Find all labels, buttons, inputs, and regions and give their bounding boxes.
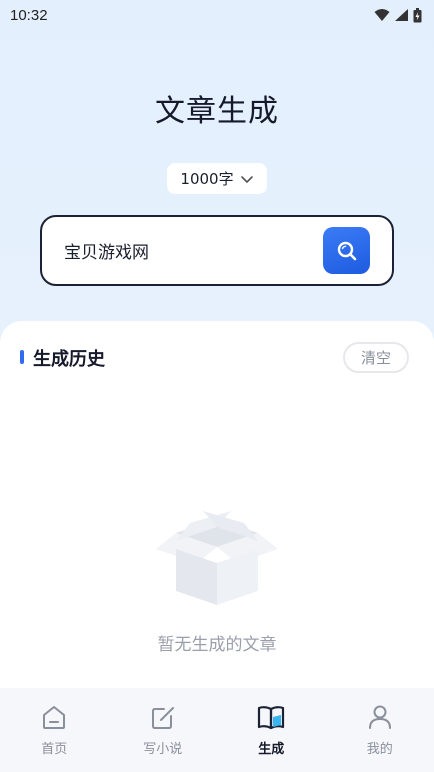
- edit-icon: [151, 707, 174, 729]
- status-bar: 10:32: [0, 0, 434, 30]
- status-time: 10:32: [10, 6, 48, 24]
- tab-generate-label: 生成: [258, 742, 285, 757]
- user-icon: [368, 705, 391, 729]
- wifi-icon: [374, 9, 390, 21]
- book-icon: [258, 706, 285, 730]
- word-count-value: 1000字: [180, 170, 234, 188]
- history-card: 生成历史 清空 暂无生成的文章: [0, 321, 434, 691]
- empty-box-icon: [156, 511, 278, 605]
- bottom-tab-bar: 首页 写小说 生成 我的: [0, 688, 434, 772]
- tab-write-novel[interactable]: 写小说: [109, 688, 218, 772]
- page-title: 文章生成: [155, 94, 279, 129]
- chevron-down-icon: [240, 175, 253, 183]
- tab-home[interactable]: 首页: [0, 688, 109, 772]
- home-icon: [43, 706, 66, 729]
- tab-profile-label: 我的: [366, 742, 393, 757]
- tab-profile[interactable]: 我的: [326, 688, 434, 772]
- tab-generate[interactable]: 生成: [217, 688, 326, 772]
- status-icons: [374, 7, 422, 23]
- tab-home-label: 首页: [41, 742, 68, 757]
- history-title-accent: [20, 350, 24, 364]
- empty-text: 暂无生成的文章: [157, 635, 277, 655]
- search-icon: [337, 241, 356, 260]
- tab-write-novel-label: 写小说: [143, 742, 183, 757]
- word-count-select[interactable]: 1000字: [167, 163, 267, 194]
- battery-icon: [413, 7, 422, 22]
- search-box[interactable]: 宝贝游戏网: [40, 215, 394, 286]
- clear-button[interactable]: 清空: [343, 342, 409, 373]
- signal-icon: [395, 9, 408, 21]
- history-title: 生成历史: [33, 349, 105, 370]
- search-button[interactable]: [323, 227, 370, 274]
